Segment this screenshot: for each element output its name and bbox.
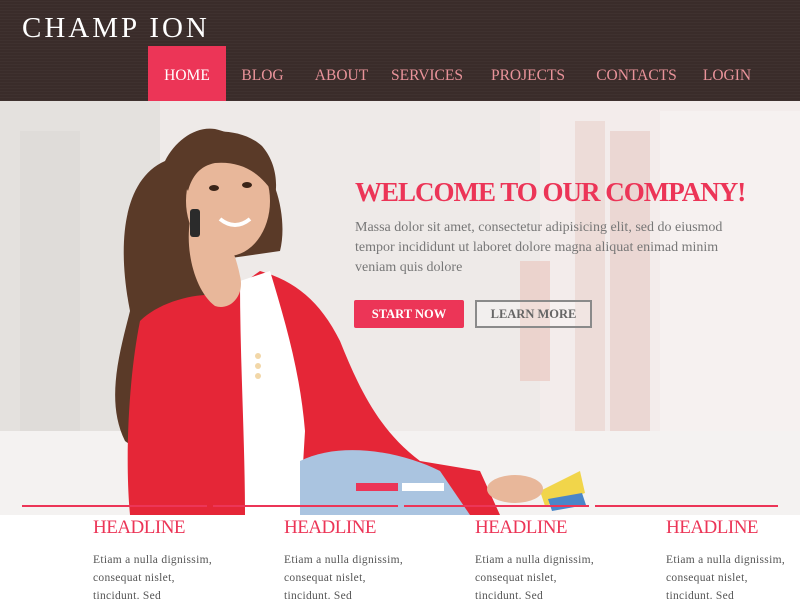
nav-item-about[interactable]: ABOUT xyxy=(299,46,384,101)
nav-item-contacts[interactable]: CONTACTS xyxy=(586,46,687,101)
hero-title: WELCOME TO OUR COMPANY! xyxy=(355,177,746,207)
feature-divider xyxy=(404,505,589,507)
nav-item-blog[interactable]: BLOG xyxy=(226,46,299,101)
features-section: HEADLINE Etiam a nulla dignissim, conseq… xyxy=(0,505,800,600)
nav-item-login[interactable]: LOGIN xyxy=(687,46,767,101)
feature-headline[interactable]: HEADLINE xyxy=(284,517,474,539)
nav-item-services[interactable]: SERVICES xyxy=(384,46,470,101)
nav-item-projects[interactable]: PROJECTS xyxy=(470,46,586,101)
feature-card: HEADLINE Etiam a nulla dignissim, conseq… xyxy=(475,517,665,600)
feature-text: Etiam a nulla dignissim, consequat nisle… xyxy=(93,554,212,600)
feature-headline[interactable]: HEADLINE xyxy=(475,517,665,539)
feature-text: Etiam a nulla dignissim, consequat nisle… xyxy=(284,554,403,600)
hero-description: Massa dolor sit amet, consectetur adipis… xyxy=(355,220,723,275)
feature-card: HEADLINE Etiam a nulla dignissim, conseq… xyxy=(666,517,800,600)
feature-divider xyxy=(213,505,398,507)
slider-dot-2[interactable] xyxy=(402,483,444,491)
feature-card: HEADLINE Etiam a nulla dignissim, conseq… xyxy=(93,517,283,600)
feature-card: HEADLINE Etiam a nulla dignissim, conseq… xyxy=(284,517,474,600)
feature-text: Etiam a nulla dignissim, consequat nisle… xyxy=(475,554,594,600)
learn-more-button[interactable]: LEARN MORE xyxy=(475,300,592,328)
feature-headline[interactable]: HEADLINE xyxy=(666,517,800,539)
site-header: CHAMP ION HOME BLOG ABOUT SERVICES PROJE… xyxy=(0,0,800,101)
feature-divider xyxy=(595,505,778,507)
feature-headline[interactable]: HEADLINE xyxy=(93,517,283,539)
feature-divider xyxy=(22,505,207,507)
start-now-button[interactable]: START NOW xyxy=(354,300,464,328)
feature-text: Etiam a nulla dignissim, consequat nisle… xyxy=(666,554,785,600)
nav-item-home[interactable]: HOME xyxy=(148,46,226,101)
slider-dot-1[interactable] xyxy=(356,483,398,491)
brand-logo[interactable]: CHAMP ION xyxy=(22,12,210,45)
main-nav: HOME BLOG ABOUT SERVICES PROJECTS CONTAC… xyxy=(148,46,767,101)
hero-banner: WELCOME TO OUR COMPANY! Massa dolor sit … xyxy=(0,101,800,515)
